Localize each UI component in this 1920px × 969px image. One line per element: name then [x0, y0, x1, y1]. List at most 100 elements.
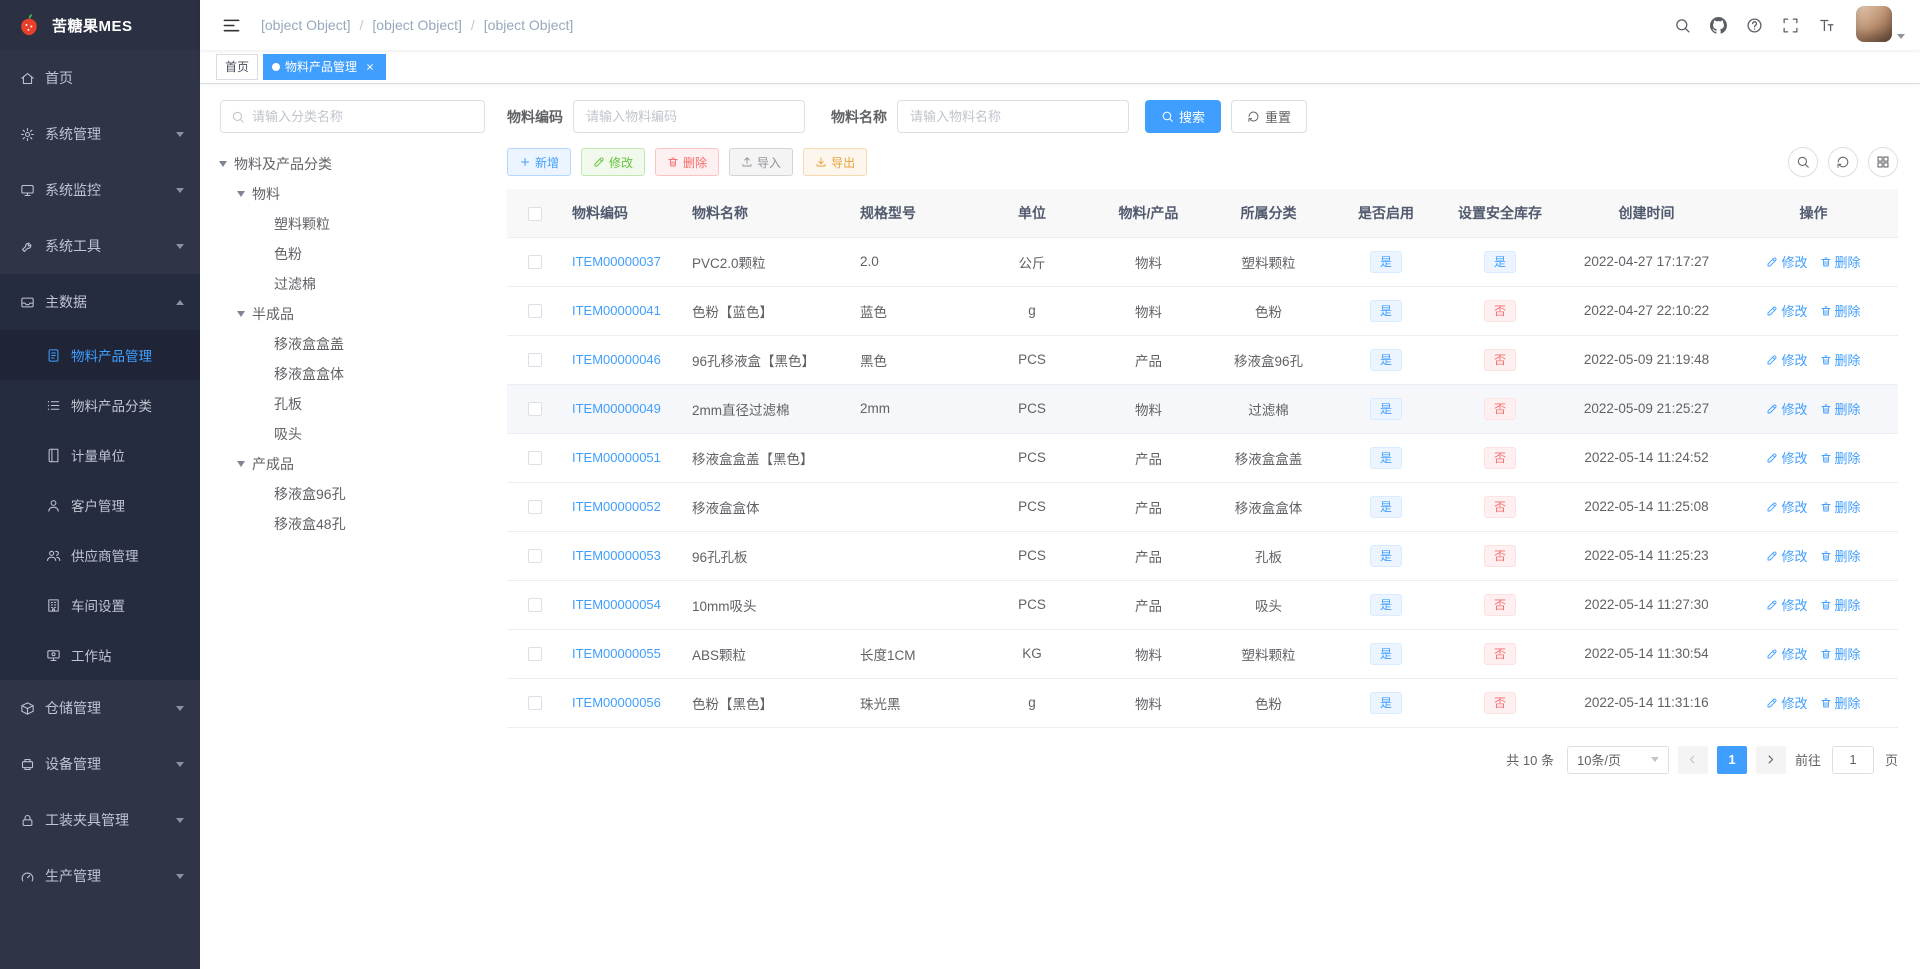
import-button[interactable]: 导入 — [729, 148, 794, 176]
select-all-checkbox[interactable] — [527, 206, 542, 221]
item-code-link[interactable]: ITEM00000052 — [572, 499, 661, 514]
sidebar-menu-item[interactable]: 物料产品管理 — [0, 330, 200, 380]
row-checkbox[interactable] — [527, 647, 542, 662]
tree-node[interactable]: 吸头 — [220, 419, 485, 449]
row-checkbox[interactable] — [527, 304, 542, 319]
row-edit-button[interactable]: 修改 — [1766, 399, 1808, 418]
fullscreen-icon[interactable] — [1774, 9, 1806, 41]
row-edit-button[interactable]: 修改 — [1766, 497, 1808, 516]
row-checkbox[interactable] — [527, 402, 542, 417]
tree-node[interactable]: 移液盒盒盖 — [220, 329, 485, 359]
tree-caret-icon[interactable] — [237, 191, 245, 197]
row-delete-button[interactable]: 删除 — [1820, 546, 1861, 565]
sidebar-menu-item[interactable]: 物料产品分类 — [0, 380, 200, 430]
add-button[interactable]: 新增 — [507, 148, 572, 176]
sidebar-menu-item[interactable]: 工作站 — [0, 630, 200, 680]
tree-node[interactable]: 色粉 — [220, 239, 485, 269]
item-code-link[interactable]: ITEM00000049 — [572, 401, 661, 416]
next-page-button[interactable] — [1755, 745, 1786, 774]
material-name-input[interactable] — [897, 100, 1129, 133]
sidebar-menu-item[interactable]: 系统监控 — [0, 162, 200, 218]
item-code-link[interactable]: ITEM00000053 — [572, 548, 661, 563]
sidebar-menu-item[interactable]: 生产管理 — [0, 848, 200, 904]
row-delete-button[interactable]: 删除 — [1820, 399, 1861, 418]
toggle-search-button[interactable] — [1788, 147, 1818, 177]
row-edit-button[interactable]: 修改 — [1766, 644, 1808, 663]
font-size-icon[interactable] — [1810, 9, 1842, 41]
row-checkbox[interactable] — [527, 255, 542, 270]
row-delete-button[interactable]: 删除 — [1820, 595, 1861, 614]
page-number-button[interactable]: 1 — [1716, 745, 1747, 774]
item-code-link[interactable]: ITEM00000054 — [572, 597, 661, 612]
sidebar-menu-item[interactable]: 首页 — [0, 50, 200, 106]
sidebar-menu-item[interactable]: 系统管理 — [0, 106, 200, 162]
row-edit-button[interactable]: 修改 — [1766, 595, 1808, 614]
tree-node[interactable]: 过滤棉 — [220, 269, 485, 299]
tree-caret-icon[interactable] — [237, 311, 245, 317]
sidebar-menu-item[interactable]: 仓储管理 — [0, 680, 200, 736]
user-menu[interactable] — [1856, 6, 1905, 44]
row-checkbox[interactable] — [527, 549, 542, 564]
sidebar-menu-item[interactable]: 车间设置 — [0, 580, 200, 630]
row-checkbox[interactable] — [527, 500, 542, 515]
sidebar-menu-item[interactable]: 客户管理 — [0, 480, 200, 530]
tree-node[interactable]: 物料及产品分类 — [219, 149, 485, 179]
tree-node[interactable]: 产成品 — [220, 449, 485, 479]
tree-search-input[interactable] — [252, 109, 474, 124]
refresh-table-button[interactable] — [1828, 147, 1858, 177]
tree-node[interactable]: 塑料颗粒 — [220, 209, 485, 239]
material-code-input[interactable] — [573, 100, 805, 133]
row-checkbox[interactable] — [527, 451, 542, 466]
tree-node[interactable]: 移液盒96孔 — [220, 479, 485, 509]
row-edit-button[interactable]: 修改 — [1766, 252, 1808, 271]
item-code-link[interactable]: ITEM00000041 — [572, 303, 661, 318]
row-delete-button[interactable]: 删除 — [1820, 644, 1861, 663]
app-logo[interactable]: 苦糖果MES — [0, 0, 200, 50]
row-delete-button[interactable]: 删除 — [1820, 497, 1861, 516]
tree-node[interactable]: 半成品 — [220, 299, 485, 329]
edit-button[interactable]: 修改 — [581, 148, 646, 176]
item-code-link[interactable]: ITEM00000055 — [572, 646, 661, 661]
hamburger-icon[interactable] — [215, 9, 247, 41]
row-delete-button[interactable]: 删除 — [1820, 301, 1861, 320]
row-edit-button[interactable]: 修改 — [1766, 693, 1808, 712]
tree-node[interactable]: 移液盒48孔 — [220, 509, 485, 539]
tree-node[interactable]: 物料 — [220, 179, 485, 209]
delete-button[interactable]: 删除 — [655, 148, 720, 176]
row-delete-button[interactable]: 删除 — [1820, 252, 1861, 271]
reset-button[interactable]: 重置 — [1231, 100, 1308, 133]
sidebar-menu-item[interactable]: 设备管理 — [0, 736, 200, 792]
page-size-select[interactable]: 10条/页 — [1566, 745, 1669, 774]
item-code-link[interactable]: ITEM00000056 — [572, 695, 661, 710]
goto-page-input[interactable] — [1831, 745, 1874, 774]
row-edit-button[interactable]: 修改 — [1766, 301, 1808, 320]
breadcrumb-item[interactable]: [object Object] — [261, 17, 351, 33]
github-icon[interactable] — [1702, 9, 1734, 41]
tag-item[interactable]: 首页 — [216, 53, 259, 80]
tree-node[interactable]: 孔板 — [220, 389, 485, 419]
tag-close-icon[interactable] — [363, 60, 377, 74]
sidebar-menu-item[interactable]: 供应商管理 — [0, 530, 200, 580]
sidebar-menu-item[interactable]: 计量单位 — [0, 430, 200, 480]
row-edit-button[interactable]: 修改 — [1766, 546, 1808, 565]
row-edit-button[interactable]: 修改 — [1766, 350, 1808, 369]
row-checkbox[interactable] — [527, 696, 542, 711]
item-code-link[interactable]: ITEM00000051 — [572, 450, 661, 465]
tree-caret-icon[interactable] — [237, 461, 245, 467]
sidebar-menu-item[interactable]: 主数据 — [0, 274, 200, 330]
item-code-link[interactable]: ITEM00000046 — [572, 352, 661, 367]
tree-node[interactable]: 移液盒盒体 — [220, 359, 485, 389]
sidebar-menu-item[interactable]: 系统工具 — [0, 218, 200, 274]
help-icon[interactable] — [1738, 9, 1770, 41]
row-edit-button[interactable]: 修改 — [1766, 448, 1808, 467]
item-code-link[interactable]: ITEM00000037 — [572, 254, 661, 269]
row-checkbox[interactable] — [527, 598, 542, 613]
columns-button[interactable] — [1868, 147, 1898, 177]
row-checkbox[interactable] — [527, 353, 542, 368]
breadcrumb-item[interactable]: [object Object] — [351, 17, 462, 33]
row-delete-button[interactable]: 删除 — [1820, 693, 1861, 712]
breadcrumb-item[interactable]: [object Object] — [462, 17, 574, 33]
sidebar-menu-item[interactable]: 工装夹具管理 — [0, 792, 200, 848]
search-button[interactable]: 搜索 — [1145, 100, 1222, 133]
tree-caret-icon[interactable] — [219, 161, 227, 167]
